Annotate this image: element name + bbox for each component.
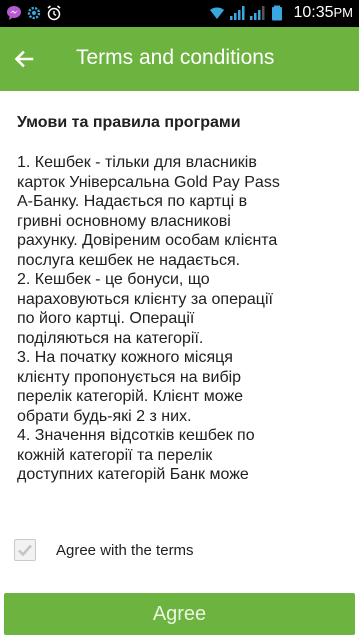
terms-line: по його картці. Операції: [17, 310, 195, 327]
terms-line: перелік категорій. Клієнт може: [17, 388, 244, 405]
agree-label: Agree with the terms: [56, 541, 194, 559]
terms-line: обрати будь-які 2 з них.: [17, 407, 192, 425]
terms-line: поділяються на категорії.: [17, 329, 204, 347]
status-bar: 10:35PM: [0, 0, 359, 27]
signal-icon: [230, 6, 245, 20]
alarm-icon: [47, 5, 61, 21]
terms-line: послуга кешбек не надається.: [17, 251, 241, 269]
agree-button[interactable]: Agree: [4, 593, 355, 635]
terms-line: кожній категорії та перелік: [17, 446, 213, 464]
back-arrow-icon[interactable]: [12, 47, 36, 71]
terms-line: рахунку. Довіреним особам клієнта: [17, 232, 278, 249]
page-title: Terms and conditions: [76, 46, 275, 69]
terms-line: 4. Значення відсотків кешбек по: [17, 427, 255, 444]
system-icons: 10:35PM: [209, 4, 353, 22]
terms-body: 1. Кешбек - тільки для власників карток У…: [17, 153, 342, 485]
checkmark-icon: [18, 544, 32, 557]
terms-line: 2. Кешбек - це бонуси, що: [17, 271, 210, 288]
terms-line: гривні основному власникові: [17, 212, 231, 230]
settings-icon: [27, 6, 41, 20]
terms-line: карток Універсальна Gold Pay Pass: [17, 173, 280, 191]
agree-checkbox[interactable]: [14, 539, 36, 561]
terms-line: 1. Кешбек - тільки для власників: [17, 154, 257, 171]
app-bar: Terms and conditions: [0, 27, 359, 91]
wifi-icon: [210, 7, 225, 19]
battery-icon: [272, 5, 283, 21]
messenger-icon: [7, 6, 21, 20]
status-ampm: PM: [333, 5, 354, 20]
terms-text-scroll[interactable]: Умови та правила програми 1. Кешбек - ті…: [17, 113, 342, 511]
terms-heading: Умови та правила програми: [17, 114, 241, 131]
agree-row[interactable]: Agree with the terms: [14, 537, 194, 563]
terms-line: нараховуються клієнту за операції: [17, 290, 273, 308]
status-time: 10:35PM: [293, 4, 354, 21]
notification-icons: [6, 5, 62, 21]
content-area: Умови та правила програми 1. Кешбек - ті…: [0, 91, 359, 640]
signal-icon: [250, 6, 265, 20]
terms-line: доступних категорій Банк може: [17, 466, 249, 483]
terms-line: 3. На початку кожного місяця: [17, 349, 233, 366]
terms-line: А-Банку. Надається по картці в: [17, 193, 248, 210]
terms-line: клієнту пропонується на вибір: [17, 368, 242, 386]
